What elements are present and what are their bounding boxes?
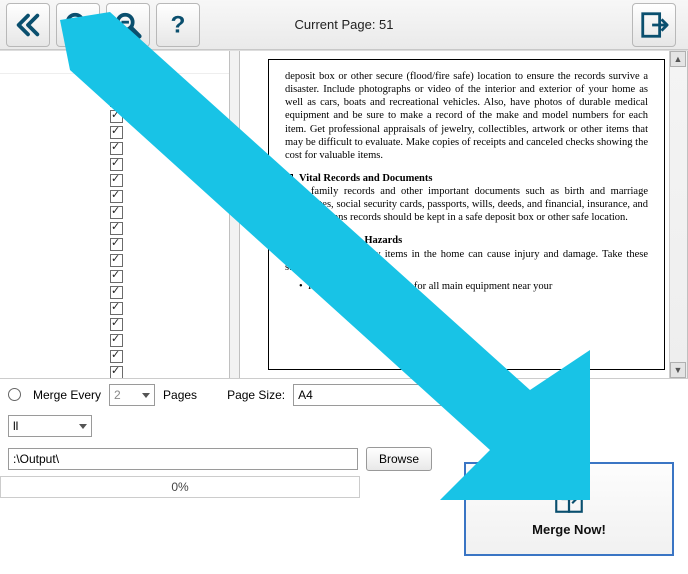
merge-every-radio[interactable]: [8, 388, 21, 401]
page-checkbox[interactable]: [110, 270, 123, 283]
section-title: Reduce Home Hazards: [299, 235, 402, 246]
page-checkbox[interactable]: [110, 126, 123, 139]
section-body: Vital family records and other important…: [285, 186, 648, 223]
preview-paragraph: deposit box or other secure (flood/fire …: [285, 70, 648, 162]
page-checkbox[interactable]: [110, 158, 123, 171]
help-icon: ?: [163, 10, 193, 40]
page-checklist[interactable]: [0, 74, 229, 378]
page-check-row[interactable]: [0, 140, 229, 156]
panel-divider: [230, 51, 240, 378]
browse-button[interactable]: Browse: [366, 447, 432, 471]
page-list-panel: Merge: [0, 51, 230, 378]
page-checkbox[interactable]: [110, 78, 123, 91]
page-check-row[interactable]: [0, 156, 229, 172]
page-checkbox[interactable]: [110, 110, 123, 123]
toolbar: ? Current Page: 51: [0, 0, 688, 50]
output-path-input[interactable]: [8, 448, 358, 470]
page-size-label: Page Size:: [227, 388, 285, 402]
help-button[interactable]: ?: [156, 3, 200, 47]
page-check-row[interactable]: [0, 284, 229, 300]
section-bullet: • Keep the shut-off switch for all main …: [285, 280, 648, 293]
merge-now-button[interactable]: Merge Now!: [464, 462, 674, 556]
page-checkbox[interactable]: [110, 318, 123, 331]
page-checkbox[interactable]: [110, 286, 123, 299]
exit-button[interactable]: [632, 3, 676, 47]
page-check-row[interactable]: [0, 204, 229, 220]
merge-options-row: Merge Every 2 Pages Page Size: A4: [0, 378, 688, 410]
secondary-options-row: ll: [0, 410, 688, 442]
page-check-row[interactable]: [0, 316, 229, 332]
page-check-row[interactable]: [0, 236, 229, 252]
page-check-row[interactable]: [0, 364, 229, 378]
section-body: In a disaster, ordinary items in the hom…: [285, 249, 648, 273]
pages-label: Pages: [163, 388, 197, 402]
zoom-out-icon: [113, 10, 143, 40]
page-checkbox[interactable]: [110, 222, 123, 235]
scroll-up-icon[interactable]: ▲: [670, 51, 686, 67]
merge-now-label: Merge Now!: [532, 522, 606, 537]
preview-section: Vital Records and Documents Vital family…: [285, 172, 648, 225]
exit-icon: [639, 10, 669, 40]
page-check-row[interactable]: [0, 220, 229, 236]
page-check-row[interactable]: [0, 348, 229, 364]
page-checkbox[interactable]: [110, 254, 123, 267]
preview-panel: deposit box or other secure (flood/fire …: [240, 51, 688, 378]
progress-bar: 0%: [0, 476, 360, 498]
zoom-out-button[interactable]: [106, 3, 150, 47]
merge-every-value-select[interactable]: 2: [109, 384, 155, 406]
page-check-row[interactable]: [0, 124, 229, 140]
page-check-row[interactable]: [0, 252, 229, 268]
page-check-row[interactable]: [0, 332, 229, 348]
page-check-row[interactable]: [0, 108, 229, 124]
page-check-row[interactable]: [0, 76, 229, 92]
merge-every-label: Merge Every: [33, 388, 101, 402]
checkbox-glyph-icon: [285, 174, 293, 182]
page-checkbox[interactable]: [110, 302, 123, 315]
page-checkbox[interactable]: [110, 190, 123, 203]
option-select[interactable]: ll: [8, 415, 92, 437]
current-page-label: Current Page: 51: [294, 17, 393, 32]
double-arrow-left-icon: [13, 10, 43, 40]
merge-icon: [552, 482, 586, 516]
page-check-row[interactable]: [0, 188, 229, 204]
document-preview: deposit box or other secure (flood/fire …: [268, 59, 665, 370]
page-checkbox[interactable]: [110, 206, 123, 219]
page-checkbox[interactable]: [110, 334, 123, 347]
scroll-down-icon[interactable]: ▼: [670, 362, 686, 378]
zoom-in-button[interactable]: [56, 3, 100, 47]
page-checkbox[interactable]: [110, 350, 123, 363]
page-checkbox[interactable]: [110, 238, 123, 251]
preview-scrollbar[interactable]: ▲ ▼: [669, 51, 687, 378]
page-checkbox[interactable]: [110, 366, 123, 379]
main-area: Merge deposit box or other secure (flood…: [0, 50, 688, 378]
zoom-in-icon: [63, 10, 93, 40]
section-title: Vital Records and Documents: [299, 173, 432, 184]
svg-text:?: ?: [171, 11, 186, 38]
page-size-select[interactable]: A4: [293, 384, 473, 406]
page-checkbox[interactable]: [110, 174, 123, 187]
page-checkbox[interactable]: [110, 94, 123, 107]
page-check-row[interactable]: [0, 268, 229, 284]
preview-section: Reduce Home Hazards In a disaster, ordin…: [285, 234, 648, 293]
back-button[interactable]: [6, 3, 50, 47]
page-check-row[interactable]: [0, 300, 229, 316]
page-check-row[interactable]: [0, 92, 229, 108]
page-list-header: Merge: [0, 51, 229, 74]
page-check-row[interactable]: [0, 172, 229, 188]
checkbox-glyph-icon: [285, 237, 293, 245]
page-checkbox[interactable]: [110, 142, 123, 155]
